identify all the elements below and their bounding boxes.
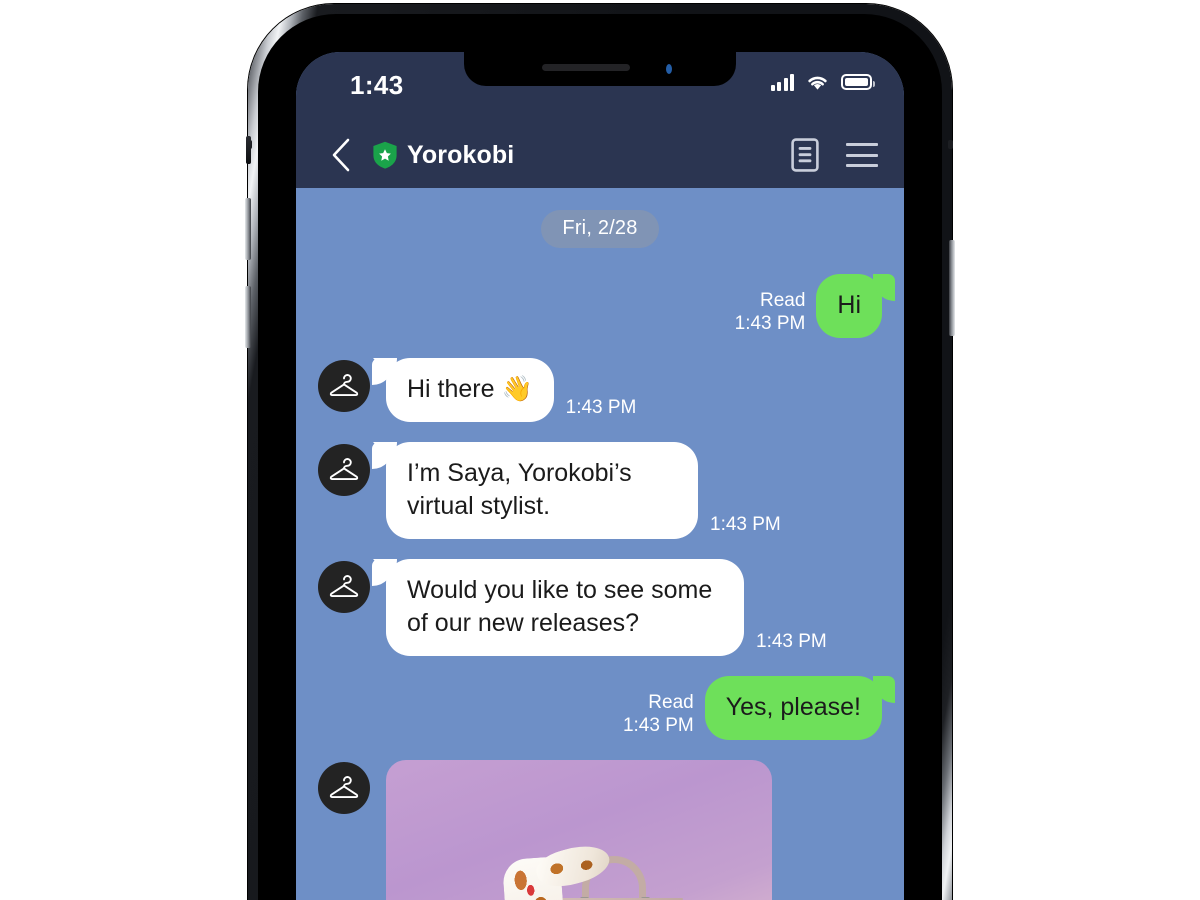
power-button[interactable] xyxy=(949,240,955,336)
frame-antenna-line-right xyxy=(948,140,953,149)
back-button[interactable] xyxy=(324,136,358,174)
product-image-message[interactable] xyxy=(386,760,772,900)
cellular-signal-icon xyxy=(770,73,794,91)
message-row-incoming: I’m Saya, Yorokobi’s virtual stylist. 1:… xyxy=(318,442,882,539)
message-bubble-outgoing[interactable]: Hi xyxy=(816,274,895,338)
message-text: Yes, please! xyxy=(725,693,861,721)
chat-header-actions xyxy=(791,138,878,172)
message-bubble-incoming[interactable]: Would you like to see some of our new re… xyxy=(372,559,744,656)
clothes-hanger-icon xyxy=(329,776,359,799)
message-bubble-outgoing[interactable]: Yes, please! xyxy=(704,676,896,740)
display-notch xyxy=(464,52,736,86)
read-receipt-label: Read xyxy=(648,691,694,713)
message-row-incoming: Would you like to see some of our new re… xyxy=(318,559,882,656)
message-timestamp: 1:43 PM xyxy=(710,514,781,536)
read-receipt-label: Read xyxy=(759,289,806,311)
clothes-hanger-icon xyxy=(329,575,359,598)
message-timestamp: 1:43 PM xyxy=(622,715,694,737)
chat-header: Yorokobi xyxy=(296,122,904,188)
avatar[interactable] xyxy=(318,561,370,613)
message-text: Hi there 👋 xyxy=(407,375,533,403)
earpiece-speaker xyxy=(542,64,630,71)
message-text: I’m Saya, Yorokobi’s virtual stylist. xyxy=(407,459,632,520)
message-text: Would you like to see some of our new re… xyxy=(407,576,713,637)
hamburger-menu-icon[interactable] xyxy=(846,143,878,167)
clothes-hanger-icon xyxy=(329,458,359,481)
message-row-outgoing: Read 1:43 PM Hi xyxy=(318,274,895,339)
conversation-thread[interactable]: Fri, 2/28 Read 1:43 PM Hi Hi there 👋 1:4… xyxy=(296,188,904,900)
message-timestamp: 1:43 PM xyxy=(734,313,806,335)
message-text: Hi xyxy=(837,291,861,319)
status-bar-time: 1:43 xyxy=(350,70,404,100)
avatar[interactable] xyxy=(318,360,370,412)
note-list-icon[interactable] xyxy=(791,138,819,172)
date-divider-row: Fri, 2/28 xyxy=(318,210,882,248)
avatar[interactable] xyxy=(318,444,370,496)
message-timestamp: 1:43 PM xyxy=(565,397,637,419)
avatar[interactable] xyxy=(318,762,370,814)
date-divider-chip: Fri, 2/28 xyxy=(541,210,659,248)
screenshot-stage: 1:43 Yorokobi Fri, 2/28 Read 1:43 PM Hi … xyxy=(0,0,1200,900)
message-row-incoming: Hi there 👋 1:43 PM xyxy=(318,358,882,422)
wifi-icon xyxy=(808,76,827,90)
back-chevron-icon xyxy=(332,138,350,172)
message-timestamp: 1:43 PM xyxy=(756,631,827,653)
volume-up-button[interactable] xyxy=(245,198,251,260)
clothes-hanger-icon xyxy=(329,374,359,397)
message-bubble-incoming[interactable]: I’m Saya, Yorokobi’s virtual stylist. xyxy=(372,442,698,539)
message-bubble-incoming[interactable]: Hi there 👋 xyxy=(372,358,554,422)
mute-switch-button[interactable] xyxy=(246,136,251,164)
message-row-incoming-image xyxy=(318,760,882,900)
verified-shield-star-icon xyxy=(373,141,397,169)
battery-full-icon xyxy=(841,74,875,90)
phone-screen: 1:43 Yorokobi Fri, 2/28 Read 1:43 PM Hi … xyxy=(296,52,904,900)
message-meta: Read 1:43 PM xyxy=(623,691,694,741)
volume-down-button[interactable] xyxy=(245,286,251,348)
status-bar-indicators xyxy=(770,73,875,91)
chat-title: Yorokobi xyxy=(407,140,515,169)
message-meta: Read 1:43 PM xyxy=(735,289,806,339)
message-row-outgoing: Read 1:43 PM Yes, please! xyxy=(318,676,896,741)
front-camera-icon xyxy=(662,62,676,76)
